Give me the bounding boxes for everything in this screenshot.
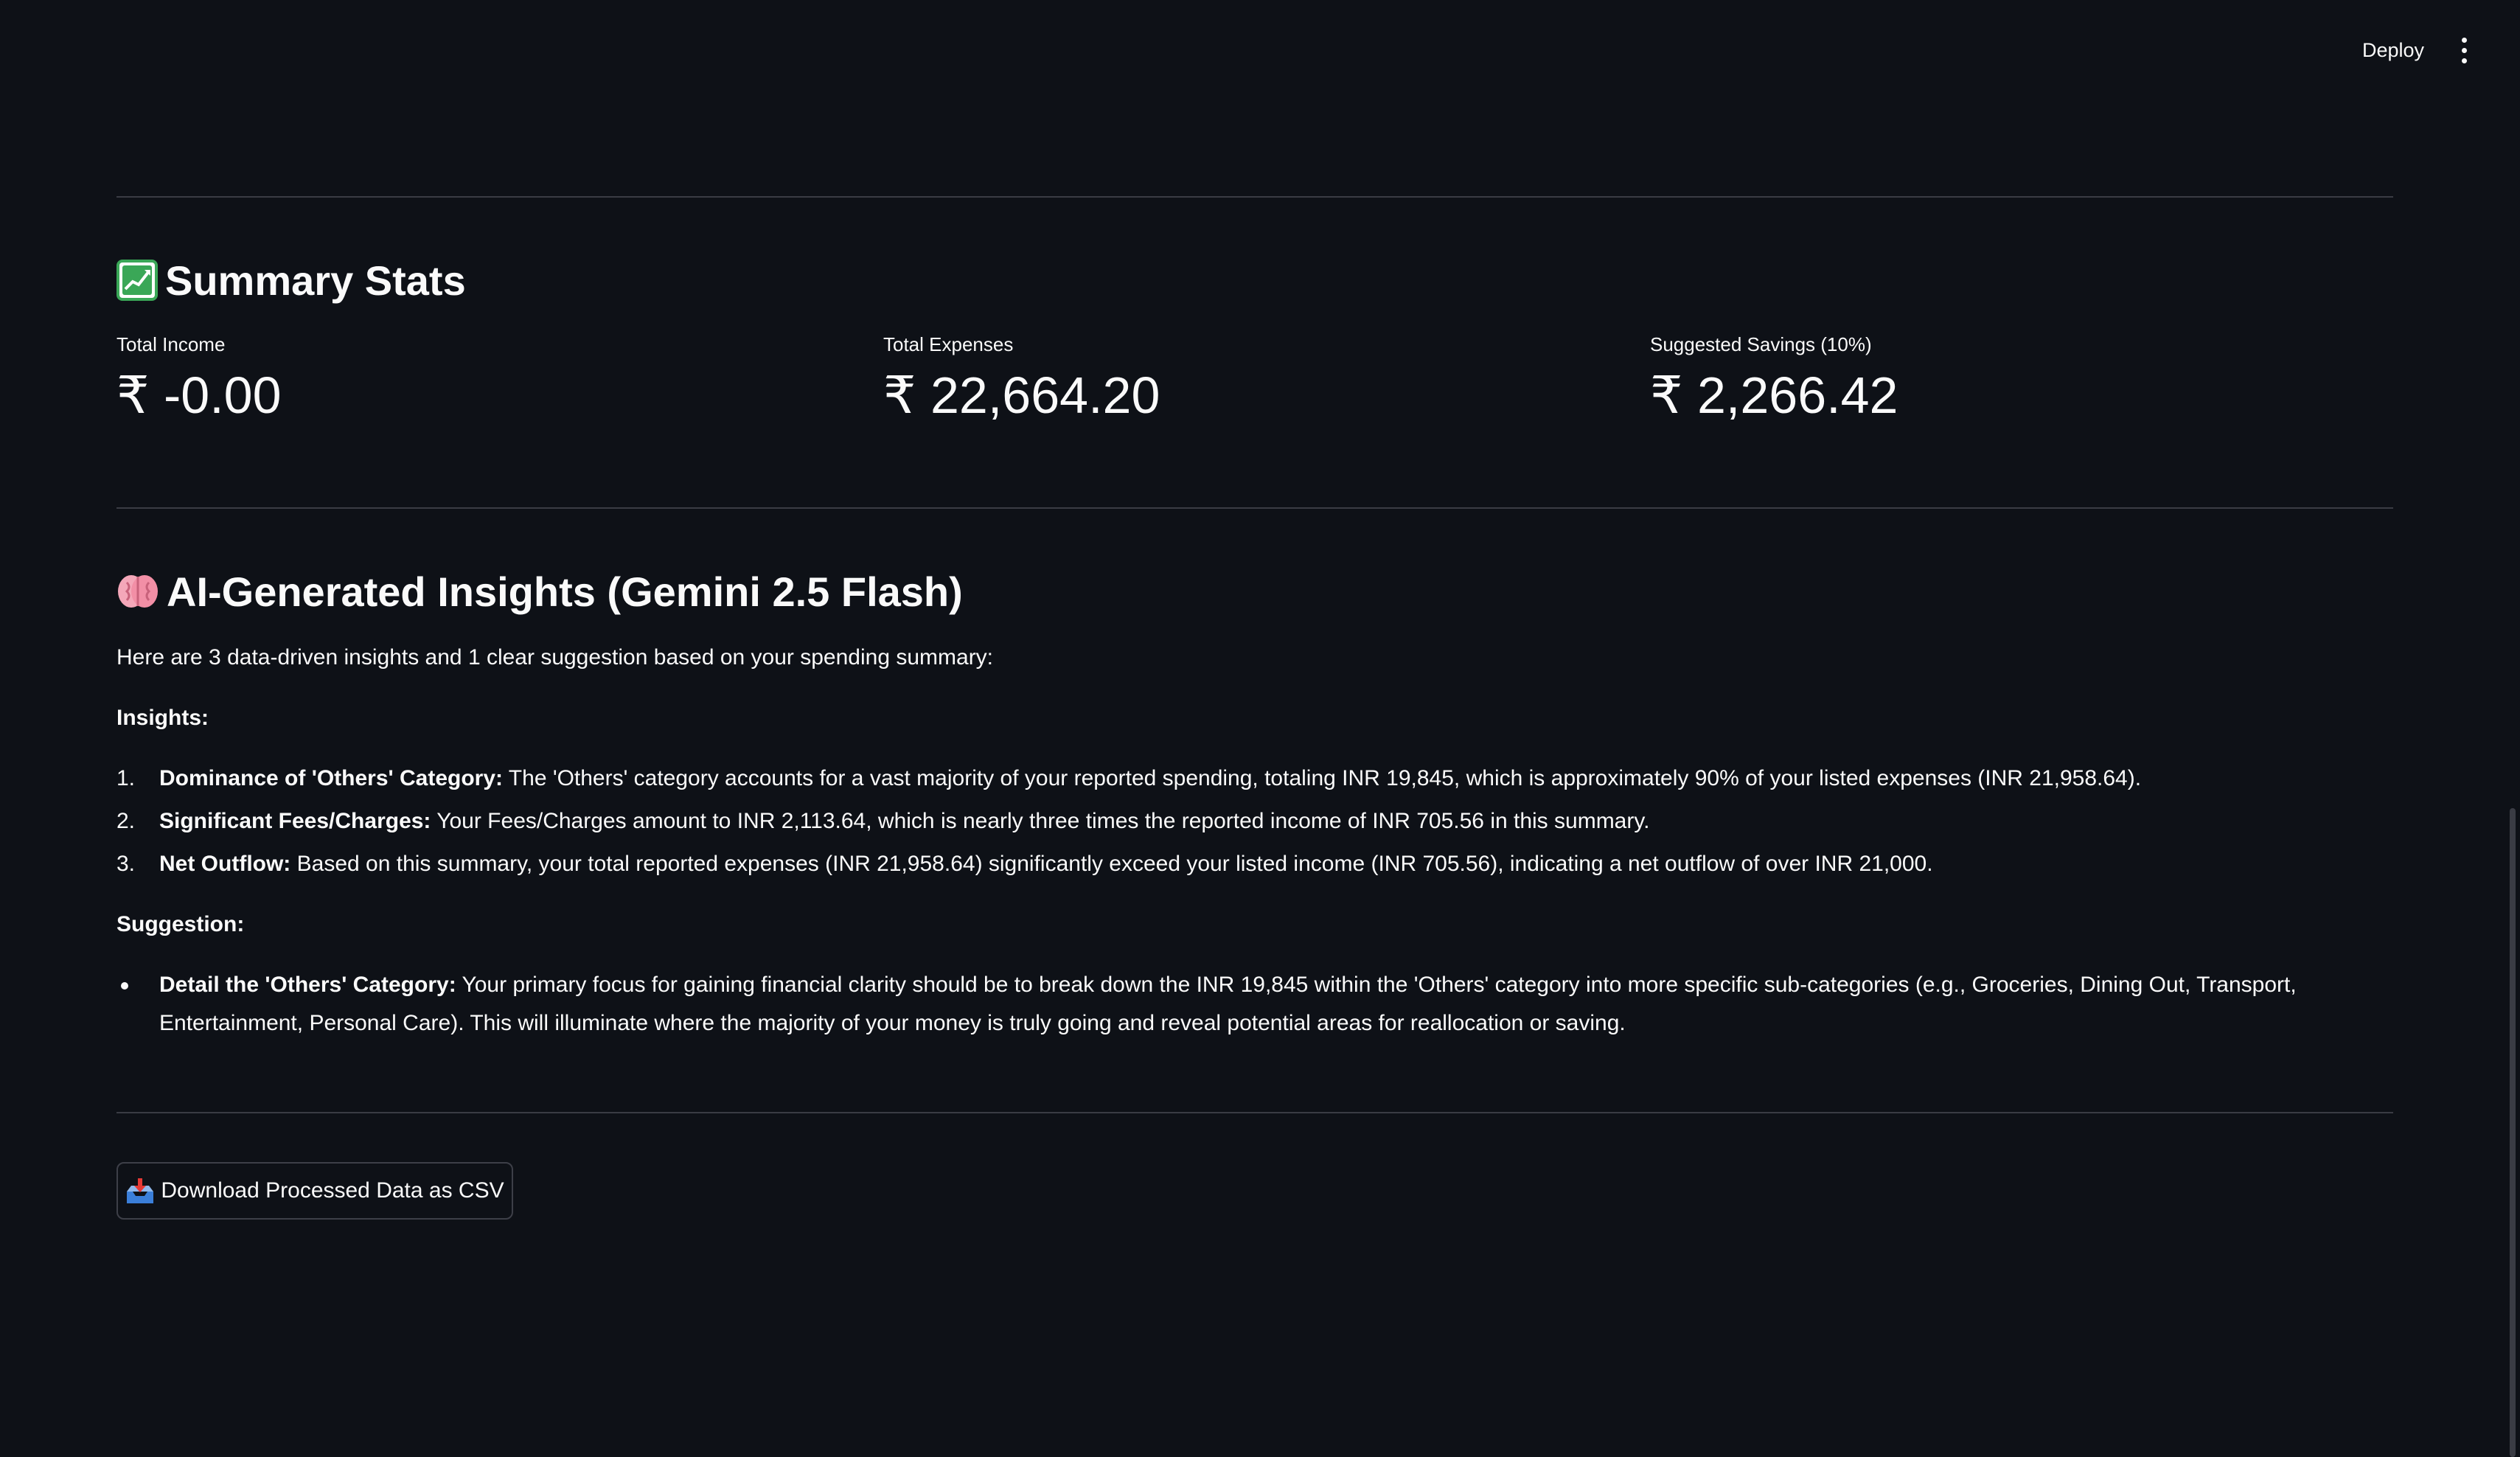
divider	[116, 1112, 2393, 1113]
metric-suggested-savings: Suggested Savings (10%) ₹ 2,266.42	[1650, 333, 2387, 421]
suggestion-bold: Detail the 'Others' Category:	[159, 973, 456, 997]
brain-icon	[116, 572, 159, 611]
header-bar: Deploy	[0, 0, 2520, 100]
list-number: 2.	[116, 809, 136, 833]
metric-value: ₹ 22,664.20	[883, 366, 1160, 424]
metric-value: ₹ 2,266.42	[1650, 366, 1898, 424]
kebab-menu-icon[interactable]	[2449, 35, 2479, 65]
divider	[116, 196, 2393, 198]
insight-text: Your Fees/Charges amount to INR 2,113.64…	[431, 809, 1650, 833]
list-item: 1. Dominance of 'Others' Category: The 'O…	[116, 759, 2393, 798]
list-item: 2. Significant Fees/Charges: Your Fees/Ch…	[116, 802, 2393, 841]
metric-total-income: Total Income ₹ -0.00	[116, 333, 854, 421]
inbox-tray-icon	[125, 1177, 155, 1205]
download-csv-button[interactable]: Download Processed Data as CSV	[116, 1162, 513, 1220]
suggestion-text: Your primary focus for gaining financial…	[159, 973, 2297, 1035]
metric-total-expenses: Total Expenses ₹ 22,664.20	[883, 333, 1621, 421]
insights-title: AI-Generated Insights (Gemini 2.5 Flash)	[116, 566, 963, 616]
insight-bold: Significant Fees/Charges:	[159, 809, 431, 833]
chart-increasing-icon	[116, 260, 158, 301]
metric-value: ₹ -0.00	[116, 366, 282, 424]
metric-label: Total Expenses	[883, 333, 1014, 355]
list-item: 3. Net Outflow: Based on this summary, yo…	[116, 845, 2393, 883]
summary-title: Summary Stats	[116, 255, 466, 305]
deploy-button[interactable]: Deploy	[2349, 32, 2437, 68]
insight-text: Based on this summary, your total report…	[290, 852, 1933, 876]
insight-bold: Dominance of 'Others' Category:	[159, 766, 504, 790]
insights-intro: Here are 3 data-driven insights and 1 cl…	[116, 645, 994, 670]
scrollbar[interactable]	[2510, 808, 2516, 1457]
list-item: Detail the 'Others' Category: Your prima…	[116, 966, 2393, 1043]
metric-label: Suggested Savings (10%)	[1650, 333, 1872, 355]
insight-text: The 'Others' category accounts for a vas…	[503, 766, 2142, 790]
insight-bold: Net Outflow:	[159, 852, 291, 876]
insights-heading: Insights:	[116, 706, 209, 730]
summary-title-text: Summary Stats	[165, 257, 466, 304]
suggestion-heading: Suggestion:	[116, 912, 245, 936]
divider	[116, 507, 2393, 509]
insights-list: 1. Dominance of 'Others' Category: The 'O…	[116, 759, 2393, 883]
download-label: Download Processed Data as CSV	[161, 1178, 504, 1203]
suggestion-list: Detail the 'Others' Category: Your prima…	[116, 966, 2393, 1043]
list-number: 3.	[116, 852, 136, 876]
app-page: Deploy Summary Stats Total Income ₹ -0.0…	[0, 0, 2520, 1457]
insights-title-text: AI-Generated Insights (Gemini 2.5 Flash)	[167, 568, 963, 615]
metric-label: Total Income	[116, 333, 226, 355]
bullet-icon	[121, 982, 128, 990]
list-number: 1.	[116, 766, 136, 790]
